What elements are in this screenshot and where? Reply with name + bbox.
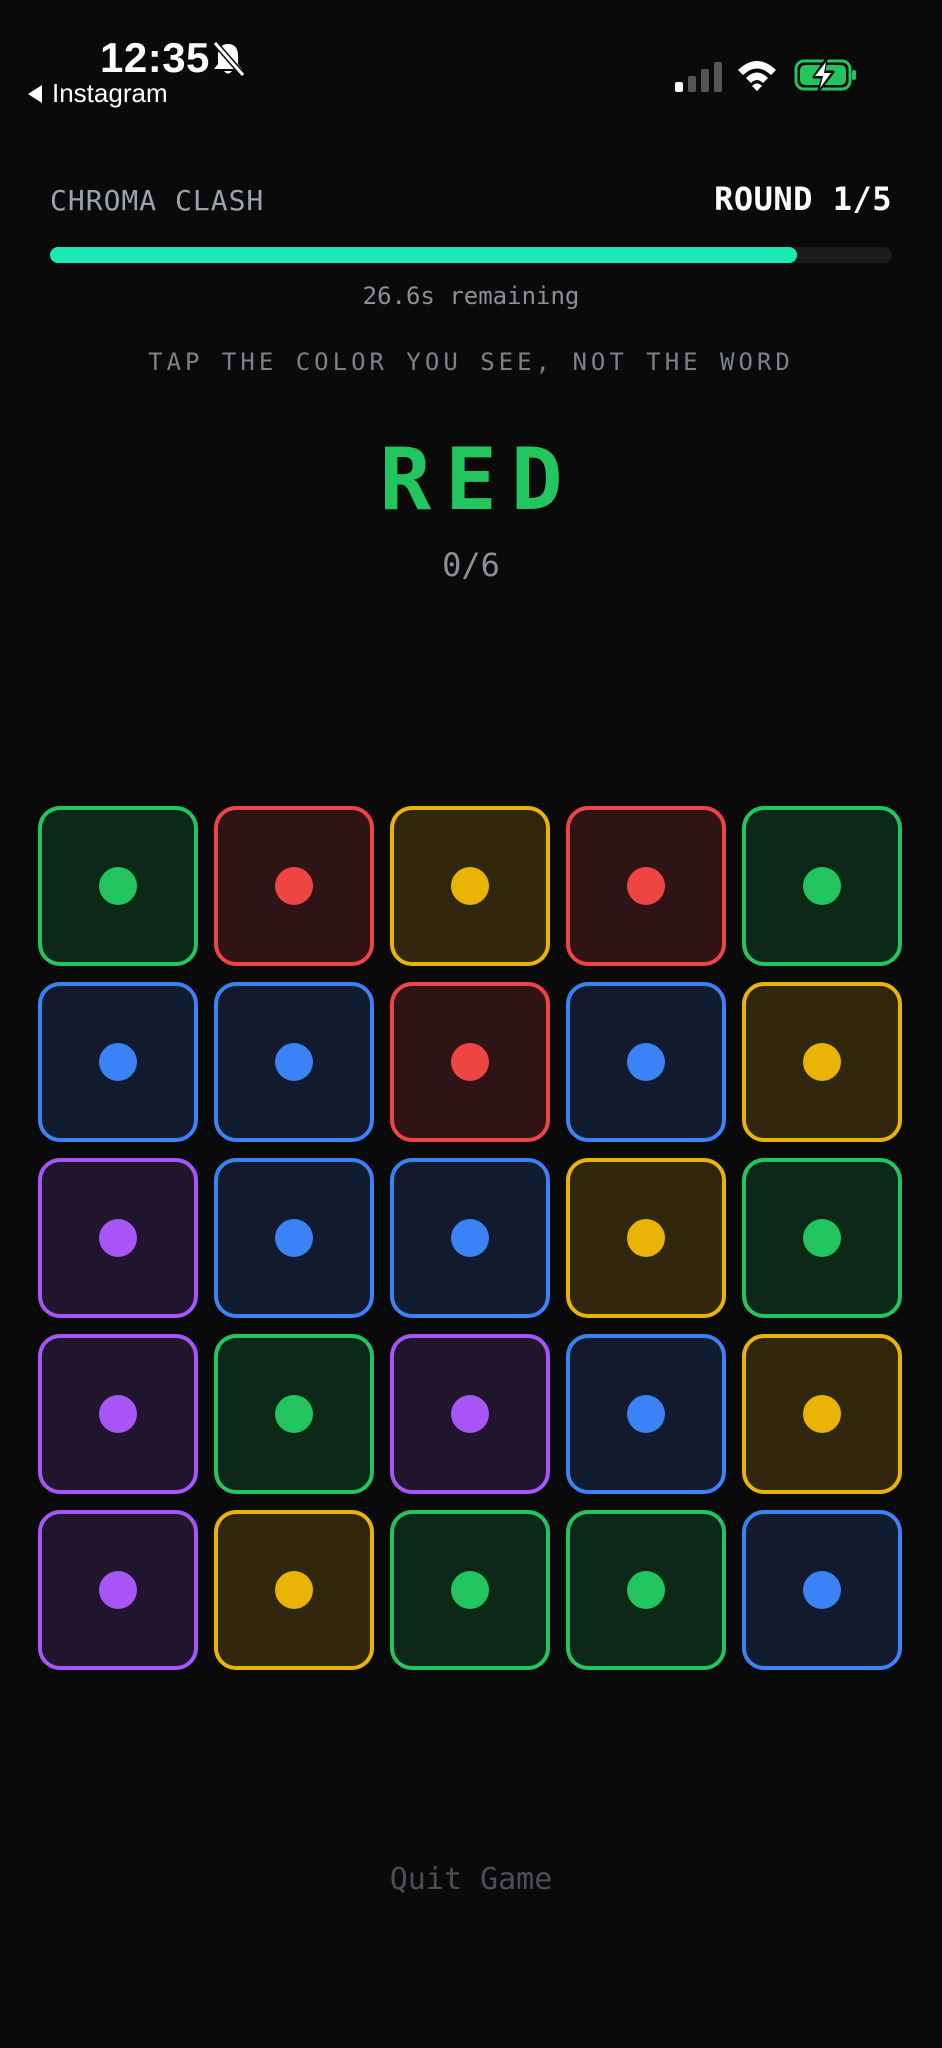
status-bar: 12:35 Instagram (0, 0, 942, 120)
color-dot (627, 1395, 665, 1433)
color-dot (451, 1219, 489, 1257)
color-tile-green[interactable] (566, 1510, 726, 1670)
color-tile-blue[interactable] (214, 982, 374, 1142)
color-tile-green[interactable] (38, 806, 198, 966)
color-dot (275, 1571, 313, 1609)
color-tile-yellow[interactable] (742, 982, 902, 1142)
color-tile-red[interactable] (390, 982, 550, 1142)
color-tile-blue[interactable] (214, 1158, 374, 1318)
color-tile-purple[interactable] (38, 1158, 198, 1318)
color-tile-purple[interactable] (38, 1510, 198, 1670)
color-tile-yellow[interactable] (390, 806, 550, 966)
color-dot (451, 1043, 489, 1081)
battery-charging-icon (794, 58, 856, 92)
color-tile-blue[interactable] (742, 1510, 902, 1670)
color-dot (275, 867, 313, 905)
color-tile-blue[interactable] (566, 982, 726, 1142)
wifi-icon (738, 61, 776, 91)
color-dot (627, 1571, 665, 1609)
color-dot (99, 1043, 137, 1081)
color-tile-green[interactable] (214, 1334, 374, 1494)
color-dot (803, 1043, 841, 1081)
color-tile-yellow[interactable] (742, 1334, 902, 1494)
color-tile-grid (38, 806, 904, 1672)
quit-game-button[interactable]: Quit Game (0, 1862, 942, 1897)
color-tile-yellow[interactable] (566, 1158, 726, 1318)
color-dot (451, 867, 489, 905)
status-time: 12:35 (100, 34, 210, 81)
color-dot (451, 1395, 489, 1433)
color-tile-purple[interactable] (38, 1334, 198, 1494)
color-dot (275, 1395, 313, 1433)
time-remaining: 26.6s remaining (362, 282, 580, 310)
color-dot (99, 867, 137, 905)
color-dot (99, 1571, 137, 1609)
color-tile-red[interactable] (214, 806, 374, 966)
color-tile-blue[interactable] (390, 1158, 550, 1318)
color-dot (803, 867, 841, 905)
color-dot (627, 867, 665, 905)
timer-progress-bar (50, 247, 892, 263)
color-dot (99, 1395, 137, 1433)
back-to-instagram-link[interactable]: Instagram (28, 78, 168, 109)
color-tile-red[interactable] (566, 806, 726, 966)
instruction-text: TAP THE COLOR YOU SEE, NOT THE WORD (148, 348, 794, 376)
color-dot (275, 1043, 313, 1081)
back-arrow-icon (28, 84, 42, 103)
bell-slash-icon (212, 41, 246, 77)
color-word: RED (379, 430, 577, 530)
color-dot (803, 1395, 841, 1433)
color-dot (627, 1219, 665, 1257)
color-tile-green[interactable] (742, 1158, 902, 1318)
color-dot (99, 1219, 137, 1257)
game-title: CHROMA CLASH (50, 184, 265, 217)
color-tile-green[interactable] (390, 1510, 550, 1670)
color-tile-yellow[interactable] (214, 1510, 374, 1670)
back-link-label: Instagram (52, 78, 168, 108)
color-dot (275, 1219, 313, 1257)
cellular-signal-icon (675, 62, 722, 92)
color-tile-blue[interactable] (38, 982, 198, 1142)
color-tile-green[interactable] (742, 806, 902, 966)
score-counter: 0/6 (442, 546, 500, 584)
color-dot (803, 1219, 841, 1257)
timer-progress-fill (50, 247, 797, 263)
color-dot (803, 1571, 841, 1609)
round-indicator: ROUND 1/5 (714, 180, 892, 218)
color-dot (627, 1043, 665, 1081)
color-tile-blue[interactable] (566, 1334, 726, 1494)
color-tile-purple[interactable] (390, 1334, 550, 1494)
color-dot (451, 1571, 489, 1609)
